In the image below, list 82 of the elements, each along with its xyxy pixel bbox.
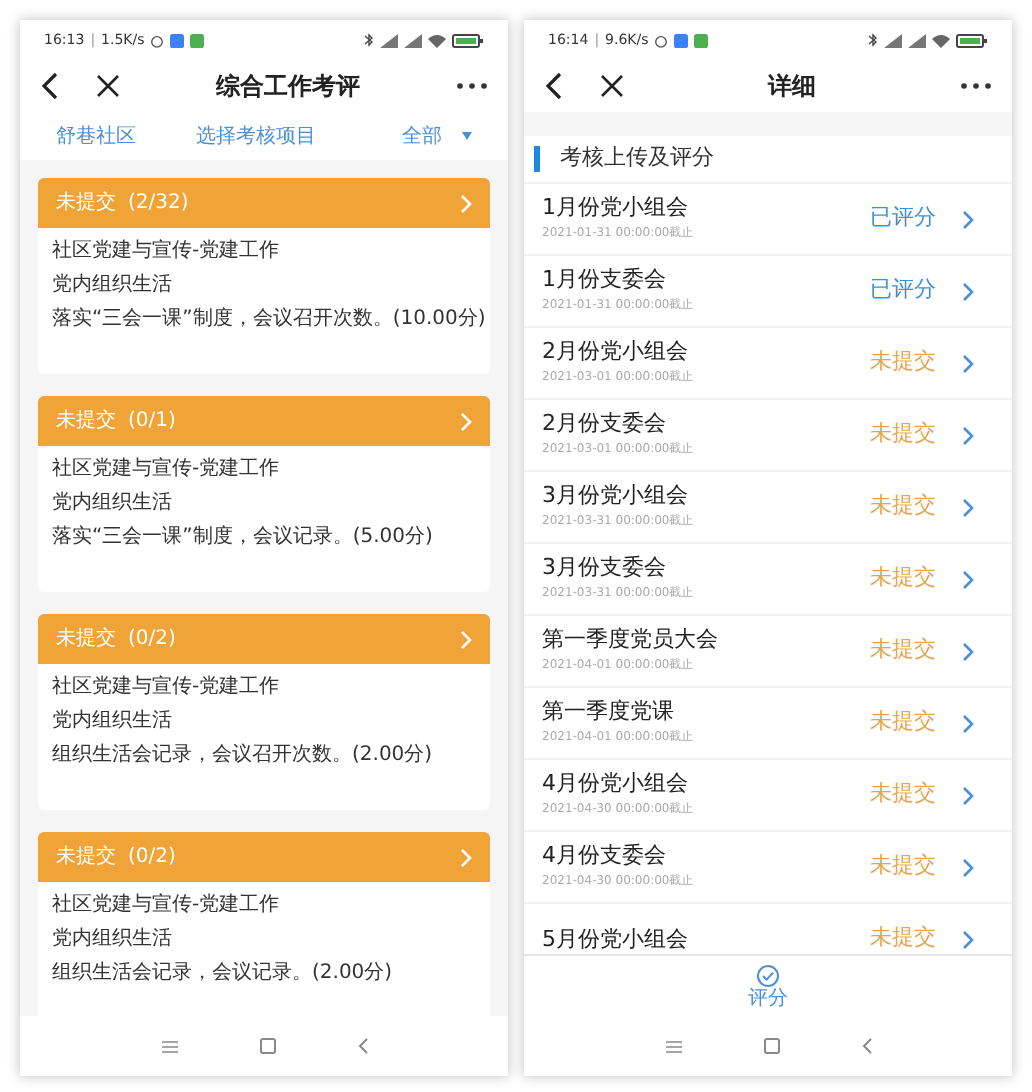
status-text: 未提交	[870, 778, 936, 811]
status-text: 未提交	[870, 850, 936, 883]
card-text: 社区党建与宣传-党建工作	[52, 673, 282, 702]
chevron-right-icon	[962, 929, 974, 949]
chevron-right-icon	[962, 281, 974, 301]
status-label: 未提交	[56, 407, 116, 436]
status-label: 未提交	[56, 189, 116, 218]
more-icon[interactable]	[456, 82, 488, 90]
home-icon[interactable]	[763, 1038, 779, 1054]
card-text: 组织生活会记录，会议召开次数。(2.00分)	[52, 741, 435, 770]
card-text: 组织生活会记录，会议记录。(2.00分)	[52, 959, 395, 988]
chevron-right-icon	[460, 629, 472, 649]
status-text: 已评分	[870, 274, 936, 307]
status-label: 未提交	[56, 843, 116, 872]
chevron-right-icon	[460, 193, 472, 213]
count-label: (0/2)	[128, 626, 176, 654]
chevron-right-icon	[962, 425, 974, 445]
bluetooth-icon	[364, 32, 374, 48]
count-label: (2/32)	[128, 190, 189, 218]
chevron-right-icon	[962, 209, 974, 229]
card-text: 党内组织生活	[52, 707, 174, 736]
menu-icon[interactable]	[161, 1039, 177, 1053]
row-title: 3月份党小组会	[542, 482, 690, 510]
status-text: 未提交	[870, 346, 936, 379]
task-card[interactable]: 未提交 (2/32) 社区党建与宣传-党建工作 党内组织生活 落实“三会一课”制度，会议召开次数。(10.00分)	[38, 178, 490, 374]
more-icon[interactable]	[960, 82, 992, 90]
status-text: 未提交	[870, 418, 936, 451]
check-badge-icon	[756, 963, 780, 987]
card-text: 社区党建与宣传-党建工作	[52, 891, 282, 920]
chevron-right-icon	[962, 497, 974, 517]
chevron-right-icon	[962, 353, 974, 373]
card-text: 党内组织生活	[52, 925, 174, 954]
row-title: 5月份党小组会	[542, 925, 690, 953]
page-title: 详细	[768, 70, 816, 104]
card-text: 党内组织生活	[52, 271, 174, 300]
row-title: 第一季度党员大会	[542, 626, 720, 654]
task-card[interactable]: 未提交 (0/2) 社区党建与宣传-党建工作 党内组织生活 组织生活会记录，会议召开次数。(2.00分)	[38, 614, 490, 810]
chevron-right-icon	[460, 411, 472, 431]
row-title: 第一季度党课	[542, 698, 676, 726]
battery-icon	[956, 33, 988, 47]
row-title: 1月份党小组会	[542, 194, 690, 222]
row-title: 2月份党小组会	[542, 338, 690, 366]
wifi-icon	[932, 33, 950, 47]
dropdown-icon[interactable]	[462, 132, 472, 140]
home-icon[interactable]	[259, 1038, 275, 1054]
chevron-right-icon	[962, 713, 974, 733]
card-text: 社区党建与宣传-党建工作	[52, 455, 282, 484]
battery-icon	[452, 33, 484, 47]
menu-icon[interactable]	[665, 1039, 681, 1053]
status-text: 未提交	[870, 634, 936, 667]
chevron-right-icon	[460, 847, 472, 867]
section-title: 考核上传及评分	[560, 142, 714, 175]
card-text: 落实“三会一课”制度，会议记录。(5.00分)	[52, 523, 435, 552]
row-title: 3月份支委会	[542, 554, 668, 582]
task-card[interactable]: 未提交 (0/2) 社区党建与宣传-党建工作 党内组织生活 组织生活会记录，会议记录。(2.00分)	[38, 832, 490, 1016]
row-title: 1月份支委会	[542, 266, 668, 294]
chevron-right-icon	[962, 785, 974, 805]
close-icon[interactable]	[600, 74, 624, 98]
chevron-right-icon	[962, 857, 974, 877]
chevron-right-icon	[962, 569, 974, 589]
count-label: (0/2)	[128, 844, 176, 872]
row-title: 4月份党小组会	[542, 770, 690, 798]
status-text: 已评分	[870, 202, 936, 235]
page-title: 综合工作考评	[216, 70, 360, 104]
status-text: 未提交	[870, 922, 936, 954]
bluetooth-icon	[868, 32, 878, 48]
card-text: 社区党建与宣传-党建工作	[52, 237, 282, 266]
count-label: (0/1)	[128, 408, 176, 436]
close-icon[interactable]	[96, 74, 120, 98]
task-card[interactable]: 未提交 (0/1) 社区党建与宣传-党建工作 党内组织生活 落实“三会一课”制度，会议记录。(5.00分)	[38, 396, 490, 592]
status-label: 未提交	[56, 625, 116, 654]
row-title: 2月份支委会	[542, 410, 668, 438]
wifi-icon	[428, 33, 446, 47]
row-title: 4月份支委会	[542, 842, 668, 870]
section-marker	[534, 146, 540, 172]
back-icon[interactable]	[40, 72, 60, 100]
chevron-right-icon	[962, 641, 974, 661]
status-text: 未提交	[870, 490, 936, 523]
back-icon[interactable]	[544, 72, 564, 100]
card-text: 党内组织生活	[52, 489, 174, 518]
status-text: 未提交	[870, 562, 936, 595]
status-text: 未提交	[870, 706, 936, 739]
